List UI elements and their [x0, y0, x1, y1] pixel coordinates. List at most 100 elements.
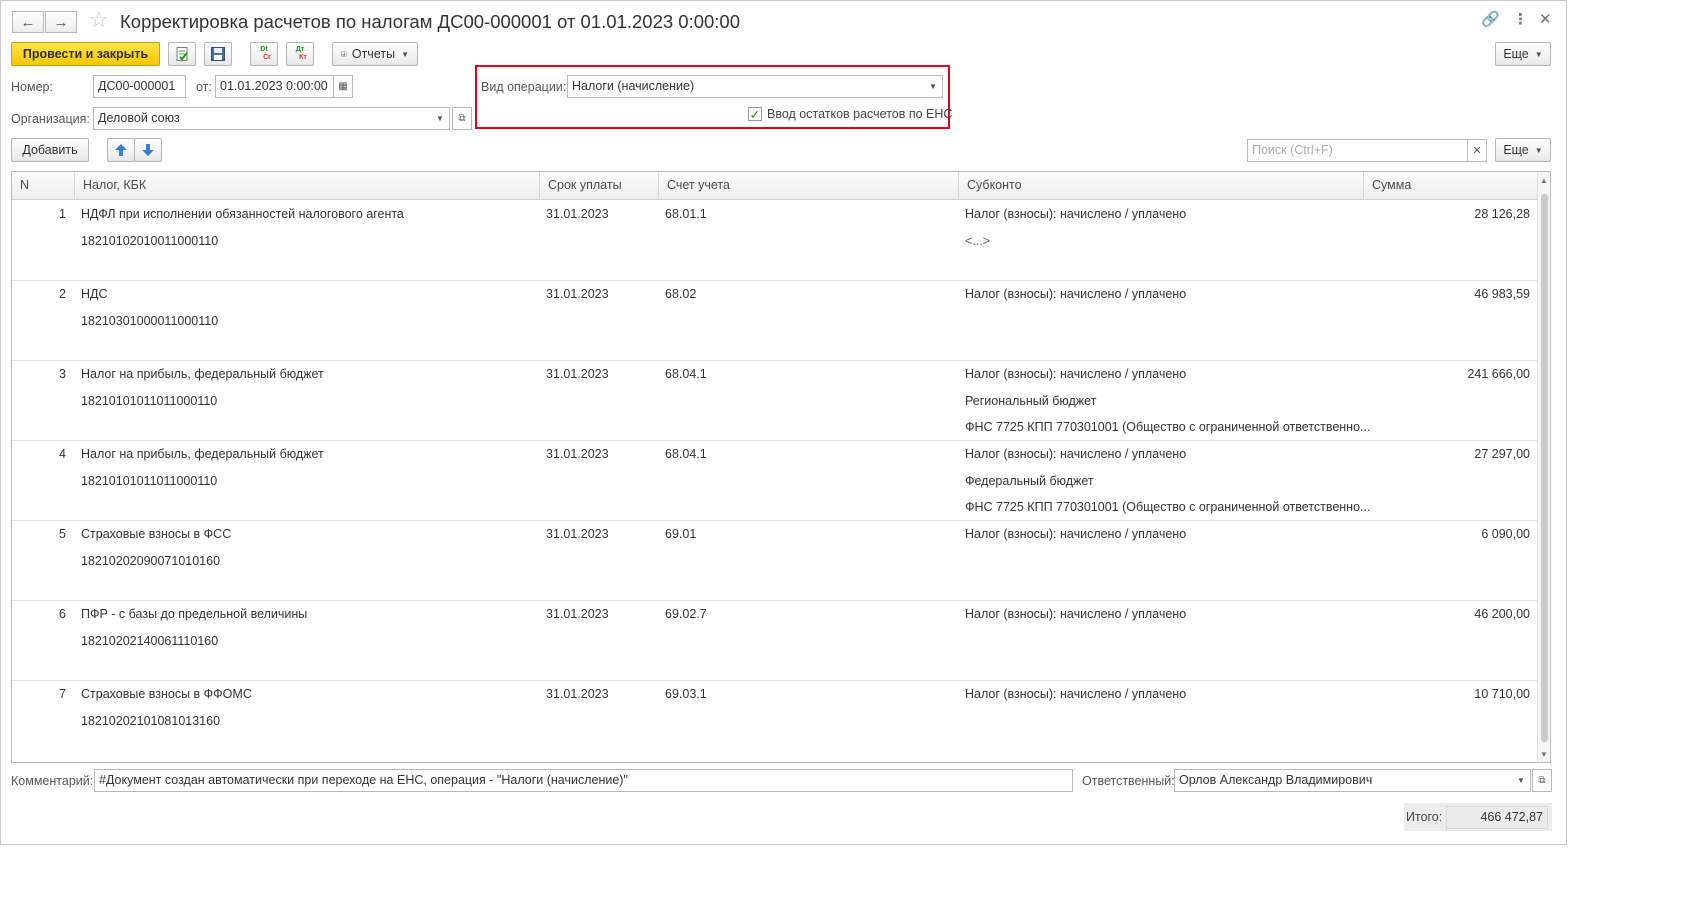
sum: 46 200,00	[1474, 607, 1530, 621]
scroll-up-icon[interactable]: ▲	[1540, 176, 1548, 185]
arrow-left-icon: ←	[20, 13, 36, 31]
post-button[interactable]	[168, 42, 196, 66]
subconto-1: Налог (взносы): начислено / уплачено	[965, 207, 1187, 221]
column-header-account[interactable]: Счет учета	[658, 172, 958, 200]
table-row[interactable]: 1 НДФЛ при исполнении обязанностей налог…	[12, 201, 1538, 281]
search-input[interactable]: Поиск (Ctrl+F)	[1247, 139, 1468, 162]
subconto-2: <...>	[965, 234, 991, 248]
table-row[interactable]: 3 Налог на прибыль, федеральный бюджет 1…	[12, 361, 1538, 441]
tax-name: Страховые взносы в ФСС	[81, 527, 232, 541]
table-row[interactable]: 5 Страховые взносы в ФСС 182102020900710…	[12, 521, 1538, 601]
clear-search-button[interactable]: ✕	[1467, 139, 1487, 162]
table-scrollbar[interactable]: ▲ ▼	[1537, 172, 1550, 762]
more-label: Еще	[1503, 47, 1529, 61]
operation-type-field[interactable]: Налоги (начисление)	[567, 75, 925, 98]
save-button[interactable]	[204, 42, 232, 66]
back-button[interactable]: ←	[12, 11, 44, 33]
chevron-down-icon: ▼	[1534, 145, 1543, 155]
number-label: Номер:	[11, 80, 53, 94]
column-header-due-date[interactable]: Срок уплаты	[539, 172, 658, 200]
reports-label: Отчеты	[351, 47, 396, 61]
forward-button[interactable]: →	[45, 11, 77, 33]
more-vertical-icon[interactable]: ⋮	[1513, 12, 1528, 27]
due-date: 31.01.2023	[546, 287, 609, 301]
kbk-code: 18210202140061110160	[81, 634, 219, 648]
responsible-open-button[interactable]: ⧉	[1532, 769, 1552, 792]
subconto-1: Налог (взносы): начислено / уплачено	[965, 287, 1187, 301]
tax-name: Налог на прибыль, федеральный бюджет	[81, 447, 324, 461]
column-header-n[interactable]: N	[12, 172, 74, 200]
subconto-3: ФНС 7725 КПП 770301001 (Общество с огран…	[965, 420, 1371, 434]
ens-balance-checkbox[interactable]: ✓	[748, 107, 762, 121]
organization-open-button[interactable]: ⧉	[452, 107, 472, 130]
tax-name: НДФЛ при исполнении обязанностей налогов…	[81, 207, 404, 221]
organization-label: Организация:	[11, 112, 90, 126]
responsible-dropdown-button[interactable]: ▼	[1512, 769, 1531, 792]
dt-cr-button[interactable]: Dt Cr	[250, 42, 278, 66]
dt-kt-button[interactable]: Дт Кт	[286, 42, 314, 66]
taxes-table[interactable]: N Налог, КБК Срок уплаты Счет учета Субк…	[11, 171, 1551, 763]
tax-name: ПФР - с базы до предельной величины	[81, 607, 308, 621]
column-header-sum[interactable]: Сумма	[1363, 172, 1538, 200]
calendar-button[interactable]: ▦	[333, 75, 353, 98]
table-row[interactable]: 2 НДС 18210301000011000110 31.01.2023 68…	[12, 281, 1538, 361]
post-and-close-button[interactable]: Провести и закрыть	[11, 42, 160, 66]
report-icon	[341, 51, 347, 57]
total-label: Итого:	[1406, 810, 1443, 824]
date-label: от:	[196, 80, 212, 94]
account: 68.01.1	[665, 207, 707, 221]
checkmark-icon: ✓	[749, 106, 761, 122]
subconto-1: Налог (взносы): начислено / уплачено	[965, 687, 1187, 701]
table-row[interactable]: 6 ПФР - с базы до предельной величины 18…	[12, 601, 1538, 681]
organization-dropdown-button[interactable]: ▼	[431, 107, 450, 130]
arrow-right-icon: →	[53, 13, 69, 31]
kbk-code: 18210101011011000110	[81, 394, 218, 408]
kbk-code: 18210202101081013160	[81, 714, 221, 728]
post-document-icon	[176, 47, 188, 61]
column-header-tax-kbk[interactable]: Налог, КБК	[74, 172, 539, 200]
organization-field[interactable]: Деловой союз	[93, 107, 432, 130]
subconto-1: Налог (взносы): начислено / уплачено	[965, 607, 1187, 621]
favorite-star-icon[interactable]: ☆	[89, 9, 109, 31]
close-icon[interactable]: ✕	[1539, 12, 1552, 27]
scroll-down-icon[interactable]: ▼	[1540, 750, 1548, 759]
sum: 241 666,00	[1467, 367, 1530, 381]
add-row-button[interactable]: Добавить	[11, 138, 89, 162]
column-header-subconto[interactable]: Субконто	[958, 172, 1363, 200]
open-window-icon: ⧉	[1538, 775, 1546, 786]
row-number: 2	[59, 287, 66, 301]
kbk-code: 18210102010011000110	[81, 234, 219, 248]
move-down-button[interactable]	[134, 138, 162, 162]
row-number: 3	[59, 367, 66, 381]
table-more-button[interactable]: Еще ▼	[1495, 138, 1551, 162]
number-field[interactable]: ДС00-000001	[93, 75, 186, 98]
due-date: 31.01.2023	[546, 367, 609, 381]
kt-ru-label: Кт	[299, 54, 307, 61]
sum: 46 983,59	[1474, 287, 1530, 301]
reports-button[interactable]: Отчеты ▼	[332, 42, 418, 66]
ens-balance-checkbox-label[interactable]: Ввод остатков расчетов по ЕНС	[767, 107, 952, 121]
tax-name: Налог на прибыль, федеральный бюджет	[81, 367, 324, 381]
open-window-icon: ⧉	[458, 113, 466, 124]
tax-name: Страховые взносы в ФФОМС	[81, 687, 252, 701]
operation-dropdown-button[interactable]: ▼	[924, 75, 943, 98]
due-date: 31.01.2023	[546, 527, 609, 541]
row-number: 4	[59, 447, 66, 461]
more-button[interactable]: Еще ▼	[1495, 42, 1551, 66]
responsible-field[interactable]: Орлов Александр Владимирович	[1174, 769, 1513, 792]
comment-field[interactable]: #Документ создан автоматически при перех…	[94, 769, 1073, 792]
document-window: ← → ☆ Корректировка расчетов по налогам …	[0, 0, 1567, 845]
calendar-icon: ▦	[338, 81, 348, 92]
total-value: 466 472,87	[1446, 806, 1548, 829]
chevron-down-icon: ▼	[401, 49, 409, 59]
scrollbar-thumb[interactable]	[1541, 194, 1548, 742]
table-row[interactable]: 7 Страховые взносы в ФФОМС 1821020210108…	[12, 681, 1538, 761]
date-field[interactable]: 01.01.2023 0:00:00	[215, 75, 334, 98]
table-row[interactable]: 4 Налог на прибыль, федеральный бюджет 1…	[12, 441, 1538, 521]
link-icon[interactable]: 🔗	[1481, 12, 1500, 27]
kbk-code: 18210301000011000110	[81, 314, 219, 328]
move-up-button[interactable]	[107, 138, 135, 162]
due-date: 31.01.2023	[546, 207, 609, 221]
account: 68.04.1	[665, 447, 707, 461]
subconto-1: Налог (взносы): начислено / уплачено	[965, 367, 1187, 381]
